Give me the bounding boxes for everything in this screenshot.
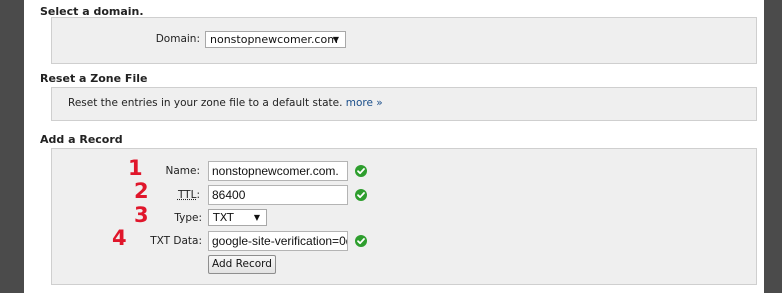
check-circle-icon: [355, 165, 367, 177]
type-select[interactable]: TXT ▼: [208, 209, 267, 226]
type-select-value: TXT: [213, 211, 234, 224]
add-record-button[interactable]: Add Record: [208, 255, 276, 274]
reset-zone-panel: Reset the entries in your zone file to a…: [51, 87, 757, 121]
check-circle-icon: [355, 189, 367, 201]
name-input[interactable]: nonstopnewcomer.com.: [208, 161, 348, 181]
annotation-number-3: 3: [134, 203, 149, 227]
reset-zone-description: Reset the entries in your zone file to a…: [68, 97, 343, 109]
annotation-number-2: 2: [134, 179, 149, 203]
check-circle-icon: [355, 235, 367, 247]
left-frame: [0, 0, 24, 293]
triangle-down-icon: ▼: [332, 35, 339, 44]
add-record-heading: Add a Record: [40, 133, 123, 146]
domain-select-value: nonstopnewcomer.com: [210, 33, 338, 46]
more-link[interactable]: more »: [346, 97, 383, 109]
annotation-number-4: 4: [112, 226, 127, 250]
ttl-input[interactable]: 86400: [208, 185, 348, 205]
reset-zone-heading: Reset a Zone File: [40, 72, 148, 85]
reset-zone-description-row: Reset the entries in your zone file to a…: [68, 97, 383, 109]
ttl-label: TTL: [177, 189, 197, 201]
domain-label: Domain:: [155, 33, 200, 45]
right-frame: [764, 0, 782, 293]
txt-data-label: TXT Data:: [150, 235, 202, 247]
annotation-number-1: 1: [128, 156, 143, 180]
dns-zone-editor: Select a domain. Domain: nonstopnewcomer…: [24, 0, 764, 293]
type-label: Type:: [174, 212, 202, 224]
triangle-down-icon: ▼: [253, 213, 260, 222]
add-record-panel: 1 Name: nonstopnewcomer.com. 2 TTL: 8640…: [51, 148, 757, 285]
domain-select[interactable]: nonstopnewcomer.com ▼: [205, 31, 346, 48]
ttl-label-row: TTL:: [152, 189, 200, 201]
name-label: Name:: [165, 165, 200, 177]
txt-data-input[interactable]: google-site-verification=0df: [208, 231, 348, 251]
select-domain-panel: Domain: nonstopnewcomer.com ▼: [51, 17, 757, 64]
ttl-label-colon: :: [196, 189, 200, 201]
